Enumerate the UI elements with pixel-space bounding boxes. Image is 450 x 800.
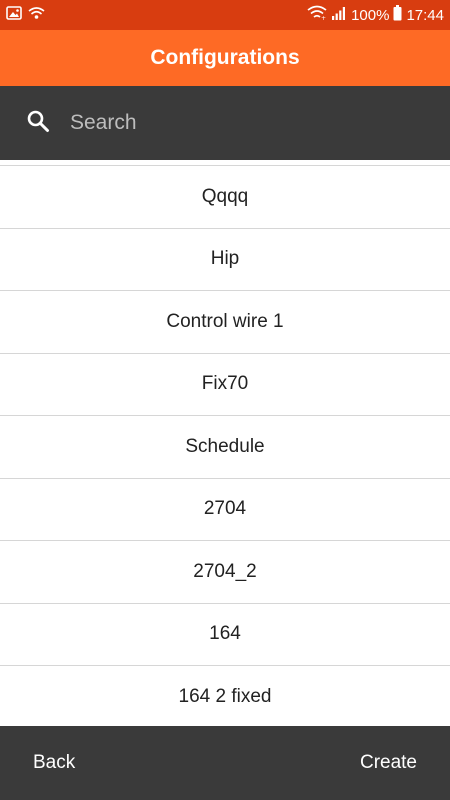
search-icon[interactable] [26,109,50,138]
list-item[interactable]: 2704 [0,479,450,541]
status-left [6,5,45,25]
bottom-bar: Back Create [0,726,450,800]
search-bar[interactable] [0,86,450,160]
battery-icon [393,4,402,26]
svg-text:+: + [321,15,326,20]
wifi-call-icon [28,6,45,25]
back-button[interactable]: Back [33,752,75,774]
clock: 17:44 [406,6,444,24]
create-button[interactable]: Create [360,752,417,774]
status-bar: + 100% 17:44 [0,0,450,30]
list-item[interactable]: Qqqq [0,166,450,229]
list-item[interactable]: Schedule [0,416,450,479]
battery-percent: 100% [351,6,390,24]
wifi-icon: + [307,5,327,25]
list-item[interactable]: Fix70 [0,354,450,416]
signal-icon [331,6,347,25]
list-item[interactable]: Control wire 1 [0,291,450,354]
search-input[interactable] [68,110,402,136]
status-right: + 100% 17:44 [307,4,444,26]
list-item[interactable]: Hip [0,229,450,291]
list-item[interactable]: 164 [0,604,450,666]
gallery-icon [6,5,22,25]
configuration-list: Qqqq Hip Control wire 1 Fix70 Schedule 2… [0,160,450,726]
app-bar: Configurations [0,30,450,86]
list-item[interactable]: 2704_2 [0,541,450,604]
list-item[interactable]: 164 2 fixed [0,666,450,726]
page-title: Configurations [150,46,300,69]
